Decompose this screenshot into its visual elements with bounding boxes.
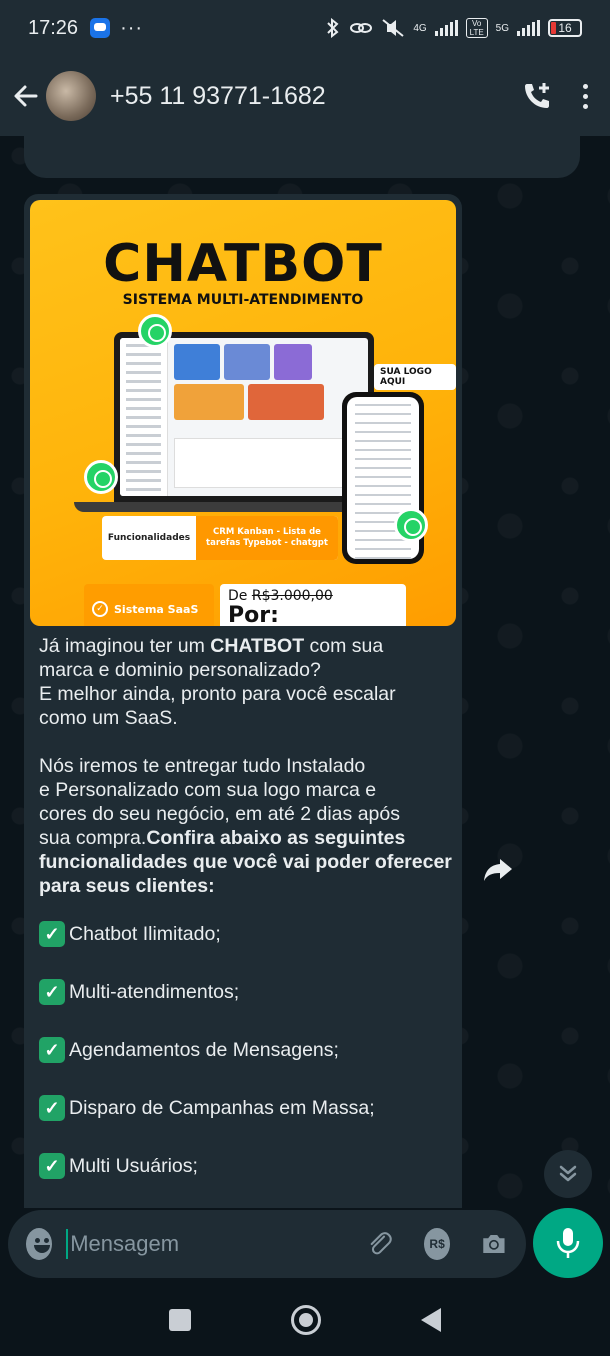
price-new: Por: R$750,00 — [228, 603, 279, 626]
feature-label: Multi-atendimentos; — [69, 981, 240, 1003]
battery-level: 16 — [558, 21, 572, 35]
saas-label: Sistema SaaS — [114, 602, 199, 616]
msg-bold: CHATBOT — [210, 635, 305, 657]
logo-placeholder-tag: SUA LOGO AQUI — [374, 364, 456, 390]
msg-line: Nós iremos te entregar tudo Instalado — [39, 755, 366, 777]
status-icons: 4G Vo LTE 5G 16 — [325, 18, 582, 38]
check-mark-icon: ✓ — [39, 1153, 65, 1179]
back-arrow-icon[interactable] — [12, 82, 40, 110]
feature-item: ✓ Disparo de Campanhas em Massa; — [39, 1095, 453, 1121]
check-mark-icon: ✓ — [39, 921, 65, 947]
signal-icon — [434, 20, 458, 36]
battery-icon: 16 — [548, 19, 582, 37]
message-input[interactable] — [66, 1229, 359, 1259]
feature-label: Chatbot Ilimitado; — [69, 923, 221, 945]
msg-bold: funcionalidades que você vai poder ofere… — [39, 851, 452, 873]
functionalities-label: Funcionalidades — [107, 533, 191, 543]
home-icon[interactable] — [291, 1305, 321, 1335]
avatar[interactable] — [46, 71, 96, 121]
price-old-value: R$3.000,00 — [251, 588, 333, 604]
feature-label: Agendamentos de Mensagens; — [69, 1039, 339, 1061]
more-notifications-icon: ··· — [120, 16, 144, 39]
msg-line: como um SaaS. — [39, 707, 178, 729]
price-old: De R$3.000,00 — [228, 588, 398, 604]
whatsapp-icon — [138, 314, 172, 348]
chat-area[interactable]: CHATBOT SISTEMA MULTI-ATENDIMENTO SUA LO… — [0, 136, 610, 1208]
network-5g-label: 5G — [495, 22, 509, 34]
price-old-prefix: De — [228, 588, 252, 604]
contact-name[interactable]: +55 11 93771-1682 — [110, 82, 326, 111]
attach-icon[interactable] — [366, 1227, 394, 1261]
microphone-icon[interactable] — [533, 1208, 603, 1278]
feature-label: Disparo de Campanhas em Massa; — [69, 1097, 375, 1119]
chat-header: +55 11 93771-1682 — [0, 56, 610, 136]
composer-bar: R$ — [0, 1208, 610, 1284]
signal-icon-2 — [517, 20, 540, 36]
msg-line: cores do seu negócio, em até 2 dias após — [39, 803, 400, 825]
feature-label: Multi Usuários; — [69, 1155, 198, 1177]
system-nav-bar — [0, 1284, 610, 1356]
link-icon — [350, 23, 373, 33]
check-mark-icon: ✓ — [39, 1095, 65, 1121]
msg-line: sua compra. — [39, 827, 147, 849]
feature-item: ✓ Multi-atendimentos; — [39, 979, 453, 1005]
laptop-mockup — [114, 332, 374, 502]
saas-badge: ✓ Sistema SaaS — [84, 584, 214, 626]
msg-line: E melhor ainda, pronto para você escalar — [39, 683, 396, 705]
feature-item: ✓ Multi Usuários; — [39, 1153, 453, 1179]
back-icon[interactable] — [421, 1308, 441, 1332]
header-actions — [521, 80, 598, 112]
promo-image[interactable]: CHATBOT SISTEMA MULTI-ATENDIMENTO SUA LO… — [30, 200, 456, 626]
check-circle-icon: ✓ — [92, 601, 108, 617]
recents-icon[interactable] — [169, 1309, 191, 1331]
functionalities-detail: CRM Kanban - Lista de tarefas Typebot - … — [196, 516, 338, 560]
feature-item: ✓ Agendamentos de Mensagens; — [39, 1037, 453, 1063]
msg-line: Já imaginou ter um — [39, 635, 211, 657]
composer-field: R$ — [8, 1210, 526, 1278]
network-4g-label: 4G — [413, 22, 427, 34]
check-mark-icon: ✓ — [39, 1037, 65, 1063]
more-options-icon[interactable] — [583, 83, 588, 109]
msg-bold: Confira abaixo as seguintes — [146, 827, 406, 849]
status-bar: 17:26 ··· 4G Vo LTE 5G 16 — [0, 0, 610, 56]
add-call-icon[interactable] — [521, 80, 553, 112]
message-text: Já imaginou ter um CHATBOT com sua marca… — [39, 634, 453, 1179]
camera-icon[interactable] — [480, 1227, 508, 1261]
forward-icon[interactable] — [476, 848, 520, 892]
whatsapp-icon-2 — [84, 460, 118, 494]
promo-subtitle: SISTEMA MULTI-ATENDIMENTO — [122, 292, 364, 308]
previous-message-bubble — [24, 136, 580, 178]
price-box: De R$3.000,00 Por: R$750,00 — [220, 584, 406, 626]
bluetooth-icon — [327, 18, 339, 38]
emoji-icon[interactable] — [26, 1228, 53, 1260]
functionalities-banner: Funcionalidades CRM Kanban - Lista de ta… — [102, 516, 338, 560]
scroll-down-icon[interactable] — [544, 1150, 592, 1198]
mute-icon — [382, 19, 404, 37]
msg-line: com sua — [304, 635, 384, 657]
msg-line: e Personalizado com sua logo marca e — [39, 779, 377, 801]
message-bubble[interactable]: CHATBOT SISTEMA MULTI-ATENDIMENTO SUA LO… — [24, 194, 462, 1208]
whatsapp-icon-3 — [394, 508, 428, 542]
promo-title: CHATBOT — [103, 234, 383, 294]
payment-icon[interactable]: R$ — [424, 1228, 451, 1260]
msg-line: marca e dominio personalizado? — [39, 659, 321, 681]
message-notification-icon — [90, 18, 111, 38]
feature-item: ✓ Chatbot Ilimitado; — [39, 921, 453, 947]
volte-label: Vo LTE — [465, 18, 488, 38]
msg-bold: para seus clientes: — [39, 875, 215, 897]
check-mark-icon: ✓ — [39, 979, 65, 1005]
clock: 17:26 — [28, 16, 79, 39]
